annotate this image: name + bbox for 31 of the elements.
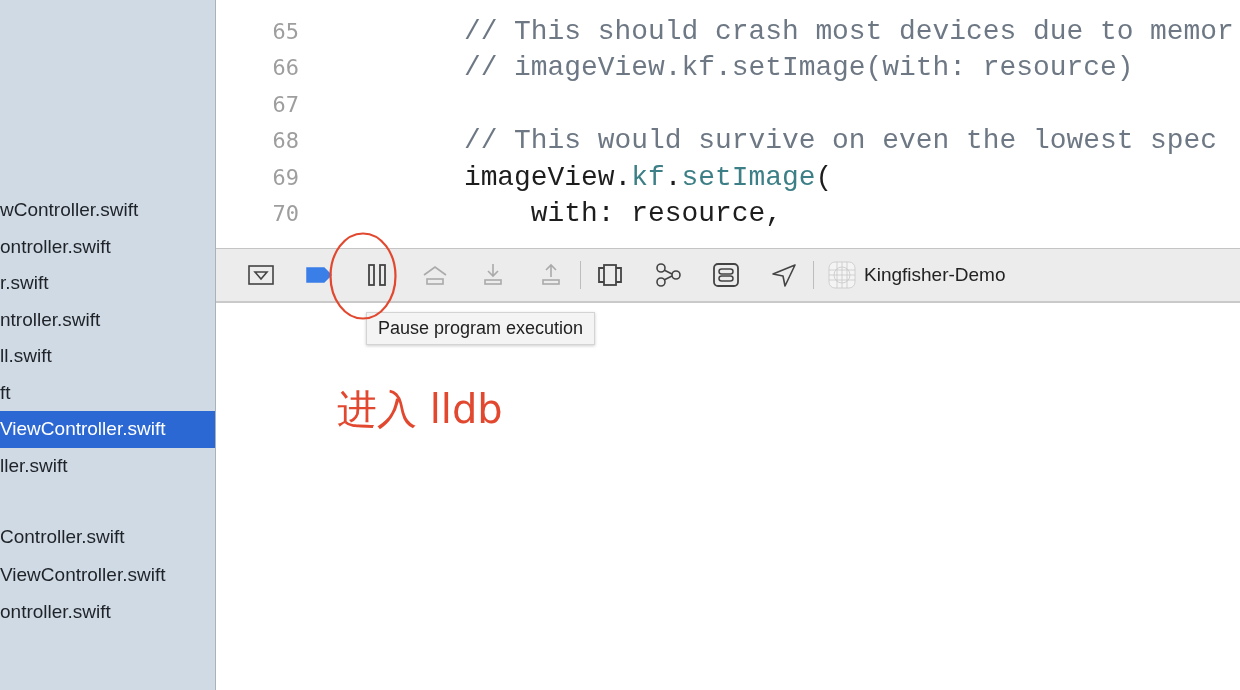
graph-icon[interactable] — [654, 262, 682, 288]
layers-icon[interactable] — [596, 262, 624, 288]
line-number: 67 — [271, 91, 299, 117]
switches-icon[interactable] — [712, 262, 740, 288]
app-icon — [828, 261, 856, 289]
code-line: imageView.kf.setImage( — [462, 161, 833, 193]
file-item[interactable]: ll.swift — [0, 338, 215, 375]
file-item[interactable]: ontroller.swift — [0, 593, 215, 630]
scheme-selector[interactable]: Kingfisher-Demo — [828, 261, 1006, 289]
file-item[interactable]: ViewController.swift — [0, 411, 215, 448]
code-line: with: resource, — [529, 198, 782, 230]
console-toggle-icon[interactable] — [247, 262, 275, 288]
line-number: 68 — [271, 128, 299, 154]
file-item[interactable]: r.swift — [0, 265, 215, 302]
code-line: // This should crash most devices due to memor — [462, 15, 1234, 47]
file-item[interactable]: ntroller.swift — [0, 301, 215, 338]
location-arrow-icon[interactable] — [770, 262, 798, 288]
file-item[interactable]: wController.swift — [0, 192, 215, 229]
code-line: // This would survive on even the lowest spec — [462, 125, 1218, 157]
line-number: 66 — [271, 55, 299, 81]
file-item[interactable]: ViewController.swift — [0, 557, 215, 594]
file-item[interactable]: ontroller.swift — [0, 228, 215, 265]
line-number: 69 — [271, 164, 299, 190]
file-item[interactable]: ller.swift — [0, 447, 215, 484]
file-item[interactable]: ft — [0, 374, 215, 411]
code-line: // imageView.kf.setImage(with: resource) — [462, 52, 1134, 84]
annotation-text: 进入 lldb — [337, 385, 503, 434]
line-number: 65 — [271, 18, 299, 44]
tooltip: Pause program execution — [366, 312, 596, 345]
file-item[interactable]: Controller.swift — [0, 484, 215, 557]
line-number: 70 — [271, 201, 299, 227]
